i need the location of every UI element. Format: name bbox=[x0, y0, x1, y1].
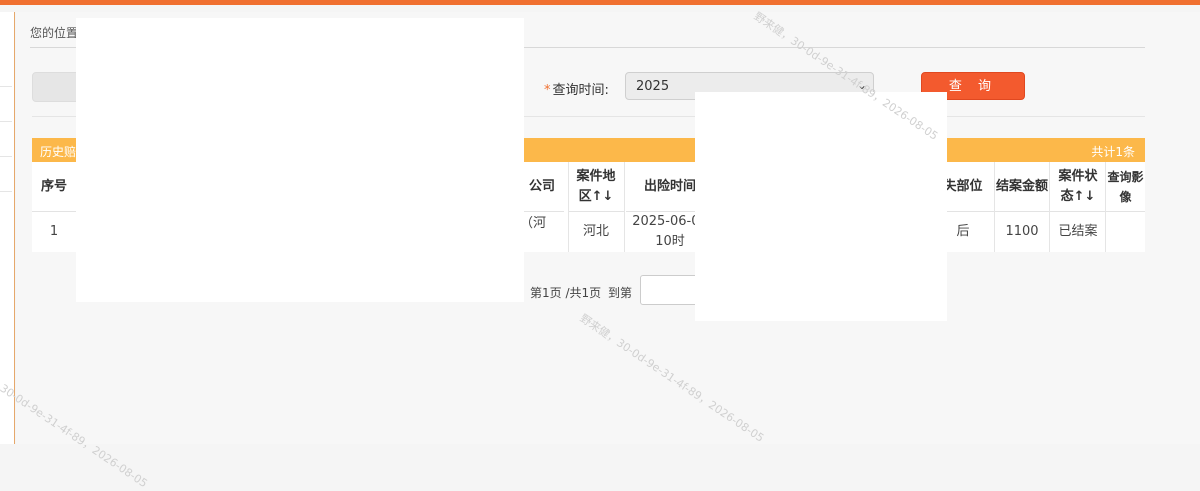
required-mark: * bbox=[544, 83, 551, 98]
col-header-region[interactable]: 案件地区↑↓ bbox=[568, 162, 624, 212]
cell-seq: 1 bbox=[49, 224, 59, 239]
left-sidebar bbox=[0, 12, 15, 444]
breadcrumb: 您的位置 bbox=[30, 26, 79, 40]
record-count: 共计1条 bbox=[1091, 145, 1135, 159]
grid-line bbox=[1049, 162, 1050, 252]
page-number-input[interactable] bbox=[640, 275, 700, 305]
sidebar-item[interactable] bbox=[0, 157, 12, 192]
grid-line bbox=[624, 162, 625, 252]
section-title: 历史赔 bbox=[40, 145, 77, 159]
cell-company: （河 bbox=[520, 216, 547, 231]
pagination-info: 第1页 /共1页 bbox=[530, 286, 602, 300]
query-time-label: * 查询时间: bbox=[544, 79, 609, 98]
cell-status: 已结案 bbox=[1058, 224, 1098, 239]
redaction-mask bbox=[76, 18, 524, 302]
sidebar-item[interactable] bbox=[0, 122, 12, 157]
top-accent-bar bbox=[0, 0, 1200, 5]
cell-image[interactable] bbox=[1106, 212, 1145, 252]
query-year-value: 2025 bbox=[636, 79, 670, 94]
grid-line bbox=[994, 162, 995, 252]
col-header-amount: 结案金额 bbox=[994, 162, 1050, 212]
col-header-company: 公司 bbox=[520, 162, 564, 212]
grid-line bbox=[568, 162, 569, 252]
grid-line bbox=[1105, 162, 1106, 252]
query-time-text: 查询时间: bbox=[552, 83, 609, 98]
sidebar-item[interactable] bbox=[0, 87, 12, 122]
col-header-image: 查询影像 bbox=[1106, 162, 1145, 212]
col-header-status[interactable]: 案件状态↑↓ bbox=[1050, 162, 1106, 212]
cell-amount: 1100 bbox=[1005, 224, 1039, 239]
cell-region: 河北 bbox=[582, 224, 609, 239]
pagination-goto-label: 到第 bbox=[608, 286, 633, 300]
col-header-seq: 序号 bbox=[32, 162, 76, 212]
sidebar-item[interactable] bbox=[0, 52, 12, 87]
